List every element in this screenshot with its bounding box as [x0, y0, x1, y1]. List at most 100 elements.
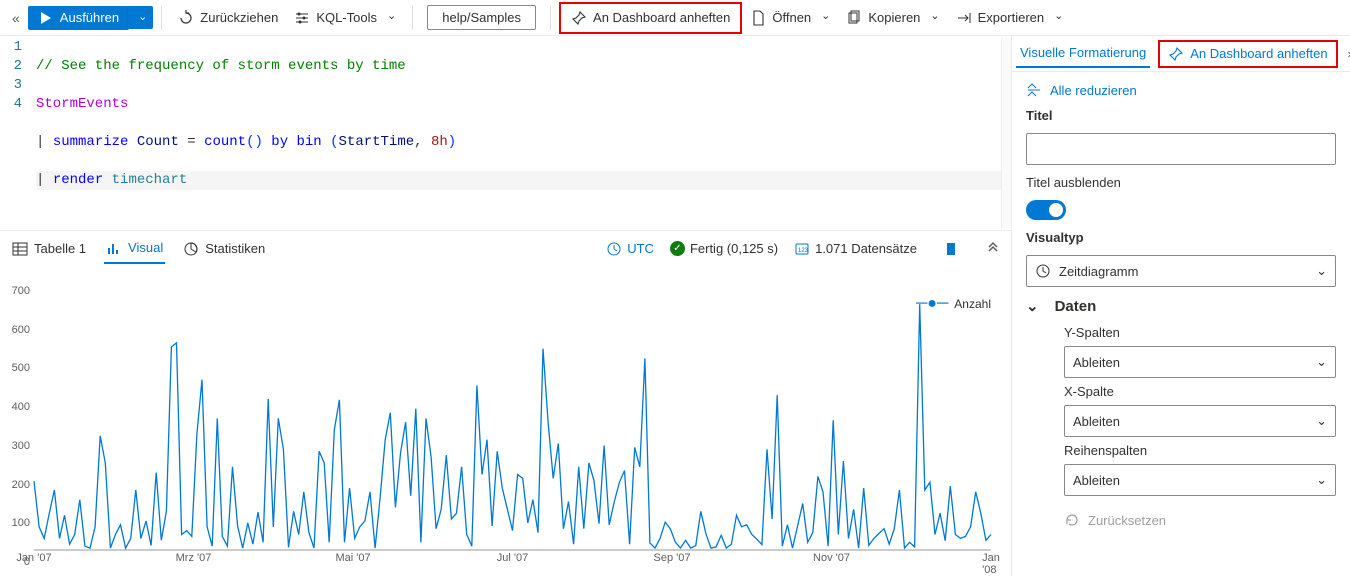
pin-right-label: An Dashboard anheften [1190, 46, 1327, 61]
t: | [36, 134, 53, 150]
y-tick-label: 500 [12, 362, 34, 374]
editor-scrollbar[interactable] [1001, 38, 1011, 228]
seriescols-label: Reihenspalten [1064, 443, 1336, 458]
xcol-select[interactable]: Ableiten ⌄ [1064, 405, 1336, 437]
run-label: Ausführen [60, 10, 119, 25]
t: bin [297, 134, 331, 150]
visualtype-label: Visualtyp [1026, 230, 1336, 245]
recall-button[interactable]: Zurückziehen [170, 6, 286, 30]
t: | [36, 172, 53, 188]
help-samples-tab[interactable]: help/Samples [427, 5, 536, 30]
xcol-value: Ableiten [1073, 414, 1120, 429]
chevron-down-icon: ⌄ [1026, 297, 1039, 315]
collapse-left-icon[interactable] [4, 6, 28, 30]
collapse-all-label: Alle reduzieren [1050, 83, 1137, 98]
code[interactable]: // See the frequency of storm events by … [36, 38, 1001, 228]
t: () [246, 134, 263, 150]
timechart[interactable]: 0100200300400500600700Jan '07Mrz '07Mai … [34, 279, 991, 550]
record-count: 123 1.071 Datensätze [794, 241, 917, 257]
t: timechart [103, 172, 187, 188]
pin-label: An Dashboard anheften [593, 10, 730, 25]
svg-text:123: 123 [798, 248, 809, 254]
main-toolbar: Ausführen Zurückziehen KQL-Tools help/Sa… [0, 0, 1350, 36]
chevron-down-icon: ⌄ [1316, 263, 1327, 279]
tab-visual-label: Visual [128, 240, 163, 255]
reset-button[interactable]: Zurücksetzen [1026, 506, 1336, 528]
pin-dashboard-right-highlight: An Dashboard anheften [1158, 40, 1337, 68]
clipboard-icon[interactable] [943, 241, 959, 257]
pin-to-dashboard-button[interactable]: An Dashboard anheften [563, 6, 738, 30]
x-tick-label: Sep '07 [654, 550, 691, 564]
t: summarize [53, 134, 129, 150]
t: StartTime [339, 134, 415, 150]
tools-icon [294, 10, 310, 26]
y-tick-label: 400 [12, 401, 34, 413]
title-input[interactable] [1026, 133, 1336, 165]
export-icon [956, 10, 972, 26]
lineno: 1 [0, 38, 22, 57]
run-button[interactable]: Ausführen [28, 6, 129, 30]
t: Count [128, 134, 187, 150]
open-button[interactable]: Öffnen [742, 6, 838, 30]
visualtype-value: Zeitdiagramm [1059, 264, 1138, 279]
pin-icon [1168, 46, 1184, 62]
chart-icon [106, 240, 122, 256]
export-button[interactable]: Exportieren [948, 6, 1072, 30]
open-label: Öffnen [772, 10, 811, 25]
visualtype-select[interactable]: Zeitdiagramm ⌄ [1026, 255, 1336, 287]
collapse-up-icon[interactable] [985, 241, 1001, 257]
code-id: StormEvents [36, 96, 128, 112]
copy-button[interactable]: Kopieren [838, 6, 947, 30]
copy-icon [846, 10, 862, 26]
tab-table[interactable]: Tabelle 1 [10, 235, 88, 263]
hide-title-toggle[interactable] [1026, 200, 1066, 220]
status-done-label: Fertig (0,125 s) [690, 241, 778, 256]
utc-label: UTC [627, 241, 654, 256]
pin-dashboard-highlight: An Dashboard anheften [559, 2, 742, 34]
clock-icon [1035, 263, 1051, 279]
record-count-label: 1.071 Datensätze [815, 241, 917, 256]
chart-area: ─●─ Anzahl 0100200300400500600700Jan '07… [0, 267, 1011, 576]
pin-to-dashboard-right-button[interactable]: An Dashboard anheften [1164, 44, 1331, 64]
seriescols-value: Ableiten [1073, 473, 1120, 488]
run-dropdown[interactable] [127, 6, 153, 29]
lineno: 2 [0, 57, 22, 76]
lineno: 4 [0, 95, 22, 114]
utc-button[interactable]: UTC [606, 241, 654, 257]
t: = [187, 134, 204, 150]
tab-visual[interactable]: Visual [104, 234, 165, 264]
tab-stats-label: Statistiken [205, 241, 265, 256]
table-icon [12, 241, 28, 257]
kql-tools-button[interactable]: KQL-Tools [286, 6, 404, 30]
title-label: Titel [1026, 108, 1336, 123]
xcol-label: X-Spalte [1064, 384, 1336, 399]
status-done: ✓ Fertig (0,125 s) [670, 241, 778, 256]
file-icon [750, 10, 766, 26]
t: , [414, 134, 431, 150]
undo-icon [178, 10, 194, 26]
seriescols-select[interactable]: Ableiten ⌄ [1064, 464, 1336, 496]
format-panel: Visuelle Formatierung An Dashboard anhef… [1012, 36, 1350, 576]
tab-stats[interactable]: Statistiken [181, 235, 267, 263]
collapse-all-icon [1026, 82, 1042, 98]
y-tick-label: 600 [12, 324, 34, 336]
play-icon [38, 10, 54, 26]
records-icon: 123 [794, 241, 810, 257]
data-section-header[interactable]: ⌄ Daten [1026, 297, 1336, 315]
ycols-value: Ableiten [1073, 355, 1120, 370]
t: by [263, 134, 297, 150]
collapse-all-button[interactable]: Alle reduzieren [1026, 82, 1336, 98]
stats-icon [183, 241, 199, 257]
ycols-select[interactable]: Ableiten ⌄ [1064, 346, 1336, 378]
collapse-right-icon[interactable]: » [1342, 46, 1350, 61]
ycols-label: Y-Spalten [1064, 325, 1336, 340]
visual-formatting-tab[interactable]: Visuelle Formatierung [1016, 39, 1150, 68]
t: ( [330, 134, 338, 150]
reset-icon [1064, 512, 1080, 528]
x-tick-label: Mrz '07 [176, 550, 212, 564]
result-tabs: Tabelle 1 Visual Statistiken UTC ✓ F [0, 231, 1011, 267]
query-editor[interactable]: 1 2 3 4 // See the frequency of storm ev… [0, 36, 1011, 231]
t: count [204, 134, 246, 150]
chevron-down-icon: ⌄ [1316, 472, 1327, 488]
t: 8h [431, 134, 448, 150]
